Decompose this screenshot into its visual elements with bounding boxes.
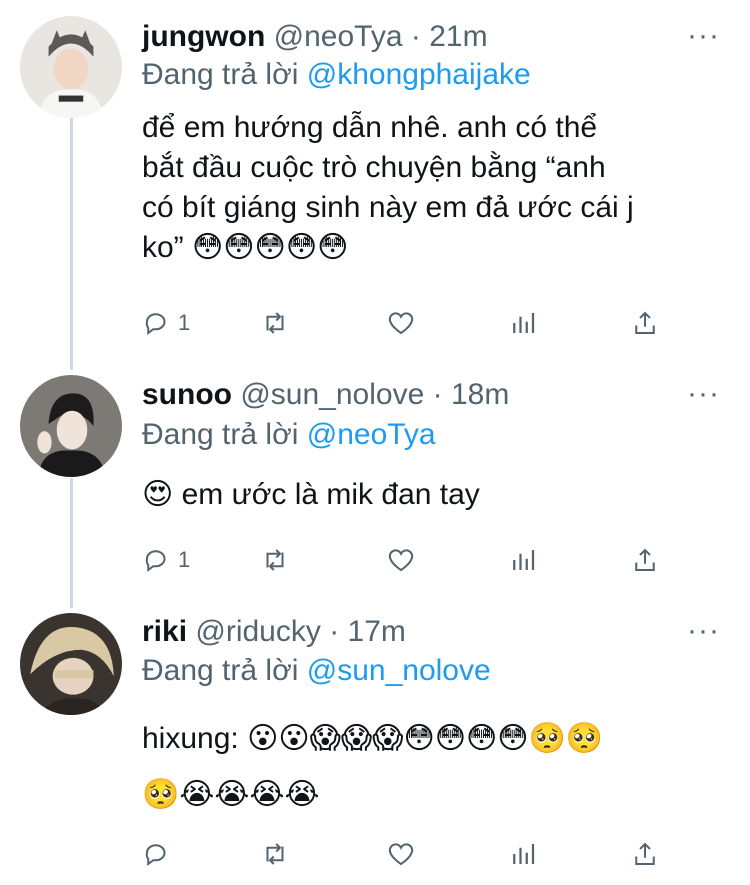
user-handle[interactable]: @sun_nolove (240, 378, 424, 411)
more-icon[interactable]: ··· (687, 616, 720, 646)
tweet-actions (142, 837, 672, 871)
retweet-button[interactable] (260, 306, 290, 340)
separator-dot: · (410, 20, 421, 53)
analytics-button[interactable] (508, 543, 538, 577)
reply-count: 1 (178, 547, 191, 572)
like-icon (388, 549, 414, 572)
tweet-text: để em hướng dẫn nhê. anh có thể bắt đầu … (142, 108, 722, 268)
replying-to-label: Đang trả lời (142, 418, 299, 451)
analytics-button[interactable] (508, 306, 538, 340)
tweet-text-line: có bít giáng sinh này em đả ước cái j (142, 191, 634, 224)
separator-dot: · (432, 378, 443, 411)
tweet-header: sunoo @sun_nolove · 18m (142, 378, 509, 412)
more-icon[interactable]: ··· (687, 379, 720, 409)
replying-to: Đang trả lời @neoTya (142, 418, 436, 452)
like-button[interactable] (386, 306, 416, 340)
tweet[interactable]: sunoo @sun_nolove · 18m ··· Đang trả lời… (0, 365, 750, 605)
retweet-icon (266, 843, 284, 865)
mention-link[interactable]: @sun_nolove (307, 654, 491, 687)
analytics-icon (513, 313, 535, 333)
tweet[interactable]: jungwon @neoTya · 21m ··· Đang trả lời @… (0, 0, 750, 365)
reply-icon (145, 550, 166, 572)
tweet-text-line: 😍 em ước là mik đan tay (142, 478, 480, 511)
analytics-button[interactable] (508, 837, 538, 871)
tweet-text-line: hixung: 😮😮😱😱😱😳😳😳😳🥺🥺 (142, 722, 604, 755)
tweet-header: riki @riducky · 17m (142, 615, 406, 649)
replying-to: Đang trả lời @khongphaijake (142, 58, 531, 92)
display-name[interactable]: riki (142, 615, 187, 648)
tweet-actions: 1 (142, 543, 672, 577)
share-button[interactable] (630, 306, 660, 340)
timestamp[interactable]: 17m (348, 615, 406, 648)
reply-button[interactable]: 1 (142, 306, 190, 340)
retweet-icon (266, 549, 284, 571)
avatar[interactable] (20, 16, 122, 118)
like-icon (388, 312, 414, 335)
tweet-text-line: để em hướng dẫn nhê. anh có thể (142, 111, 598, 144)
tweet-actions: 1 (142, 306, 672, 340)
reply-count: 1 (178, 310, 191, 335)
tweet-text: 😍 em ước là mik đan tay (142, 475, 722, 515)
separator-dot: · (329, 615, 340, 648)
reply-icon (145, 313, 166, 335)
avatar[interactable] (20, 613, 122, 715)
tweet-text: hixung: 😮😮😱😱😱😳😳😳😳🥺🥺 🥺😭😭😭😭 (142, 711, 722, 823)
tweet-text-line: ko” 😳😳😳😳😳 (142, 231, 349, 264)
like-icon (388, 843, 414, 866)
like-button[interactable] (386, 543, 416, 577)
retweet-icon (266, 312, 284, 334)
like-button[interactable] (386, 837, 416, 871)
replying-to-label: Đang trả lời (142, 654, 299, 687)
replying-to: Đang trả lời @sun_nolove (142, 654, 491, 688)
analytics-icon (513, 844, 535, 864)
reply-button[interactable] (142, 837, 178, 871)
analytics-icon (513, 550, 535, 570)
mention-link[interactable]: @khongphaijake (307, 58, 531, 91)
user-handle[interactable]: @neoTya (274, 20, 403, 53)
share-icon (635, 842, 655, 865)
share-icon (635, 311, 655, 334)
retweet-button[interactable] (260, 837, 290, 871)
tweet[interactable]: riki @riducky · 17m ··· Đang trả lời @su… (0, 605, 750, 885)
reply-button[interactable]: 1 (142, 543, 190, 577)
reply-icon (145, 844, 166, 866)
share-button[interactable] (630, 543, 660, 577)
timestamp[interactable]: 21m (429, 20, 487, 53)
share-icon (635, 548, 655, 571)
mention-link[interactable]: @neoTya (307, 418, 436, 451)
retweet-button[interactable] (260, 543, 290, 577)
more-icon[interactable]: ··· (687, 21, 720, 51)
replying-to-label: Đang trả lời (142, 58, 299, 91)
tweet-text-line: 🥺😭😭😭😭 (142, 778, 320, 811)
display-name[interactable]: sunoo (142, 378, 232, 411)
timestamp[interactable]: 18m (451, 378, 509, 411)
avatar[interactable] (20, 375, 122, 477)
user-handle[interactable]: @riducky (195, 615, 320, 648)
share-button[interactable] (630, 837, 660, 871)
display-name[interactable]: jungwon (142, 20, 265, 53)
tweet-header: jungwon @neoTya · 21m (142, 20, 488, 54)
tweet-text-line: bắt đầu cuộc trò chuyện bằng “anh (142, 151, 606, 184)
